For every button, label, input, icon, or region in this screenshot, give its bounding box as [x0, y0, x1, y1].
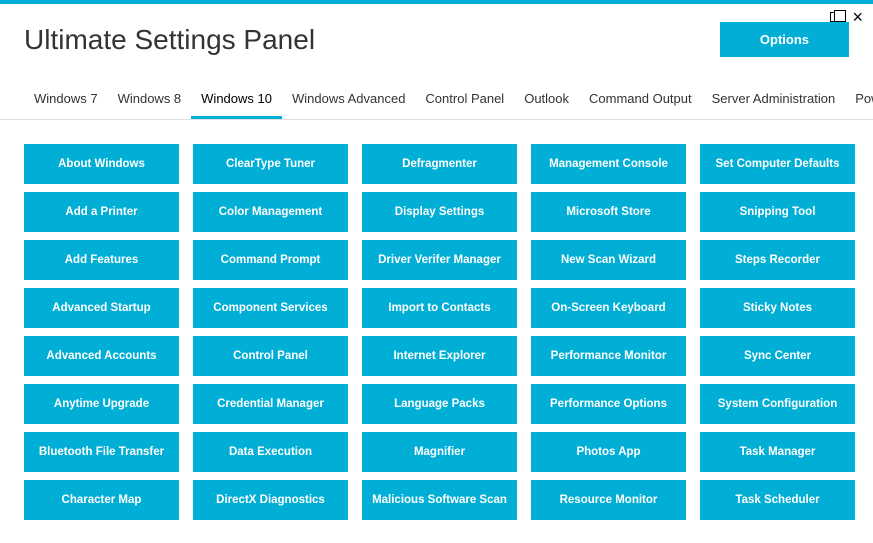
tile-grid: About Windows ClearType Tuner Defragmenter…	[24, 144, 849, 520]
tab-control-panel[interactable]: Control Panel	[415, 83, 514, 119]
close-icon[interactable]: ×	[852, 8, 863, 26]
tile-cleartype-tuner[interactable]: ClearType Tuner	[193, 144, 348, 184]
tile-task-scheduler[interactable]: Task Scheduler	[700, 480, 855, 520]
app-title: Ultimate Settings Panel	[24, 24, 315, 56]
tile-character-map[interactable]: Character Map	[24, 480, 179, 520]
tab-windows-8[interactable]: Windows 8	[108, 83, 192, 119]
tab-command-output[interactable]: Command Output	[579, 83, 702, 119]
content-area: About Windows ClearType Tuner Defragmenter…	[0, 120, 873, 530]
tile-magnifier[interactable]: Magnifier	[362, 432, 517, 472]
tile-sticky-notes[interactable]: Sticky Notes	[700, 288, 855, 328]
tile-add-features[interactable]: Add Features	[24, 240, 179, 280]
tile-bluetooth-file-transfer[interactable]: Bluetooth File Transfer	[24, 432, 179, 472]
tile-data-execution[interactable]: Data Execution	[193, 432, 348, 472]
tile-performance-monitor[interactable]: Performance Monitor	[531, 336, 686, 376]
tile-add-a-printer[interactable]: Add a Printer	[24, 192, 179, 232]
tile-credential-manager[interactable]: Credential Manager	[193, 384, 348, 424]
tile-resource-monitor[interactable]: Resource Monitor	[531, 480, 686, 520]
tile-task-manager[interactable]: Task Manager	[700, 432, 855, 472]
tab-windows-advanced[interactable]: Windows Advanced	[282, 83, 415, 119]
tile-performance-options[interactable]: Performance Options	[531, 384, 686, 424]
tile-display-settings[interactable]: Display Settings	[362, 192, 517, 232]
tile-about-windows[interactable]: About Windows	[24, 144, 179, 184]
tile-import-to-contacts[interactable]: Import to Contacts	[362, 288, 517, 328]
tile-management-console[interactable]: Management Console	[531, 144, 686, 184]
tile-system-configuration[interactable]: System Configuration	[700, 384, 855, 424]
tab-outlook[interactable]: Outlook	[514, 83, 579, 119]
tile-snipping-tool[interactable]: Snipping Tool	[700, 192, 855, 232]
tile-set-computer-defaults[interactable]: Set Computer Defaults	[700, 144, 855, 184]
window-controls: ×	[830, 8, 863, 26]
tile-language-packs[interactable]: Language Packs	[362, 384, 517, 424]
tab-windows-7[interactable]: Windows 7	[24, 83, 108, 119]
tab-server-administration[interactable]: Server Administration	[702, 83, 846, 119]
tile-defragmenter[interactable]: Defragmenter	[362, 144, 517, 184]
tile-command-prompt[interactable]: Command Prompt	[193, 240, 348, 280]
tile-malicious-software-scan[interactable]: Malicious Software Scan	[362, 480, 517, 520]
tile-advanced-startup[interactable]: Advanced Startup	[24, 288, 179, 328]
tabs-row: Windows 7Windows 8Windows 10Windows Adva…	[0, 83, 873, 120]
tab-windows-10[interactable]: Windows 10	[191, 83, 282, 119]
tile-color-management[interactable]: Color Management	[193, 192, 348, 232]
tile-control-panel[interactable]: Control Panel	[193, 336, 348, 376]
tile-sync-center[interactable]: Sync Center	[700, 336, 855, 376]
tile-microsoft-store[interactable]: Microsoft Store	[531, 192, 686, 232]
maximize-icon[interactable]	[830, 10, 840, 24]
tile-driver-verifer-manager[interactable]: Driver Verifer Manager	[362, 240, 517, 280]
tile-steps-recorder[interactable]: Steps Recorder	[700, 240, 855, 280]
tile-new-scan-wizard[interactable]: New Scan Wizard	[531, 240, 686, 280]
options-button[interactable]: Options	[720, 22, 849, 57]
tile-advanced-accounts[interactable]: Advanced Accounts	[24, 336, 179, 376]
tile-component-services[interactable]: Component Services	[193, 288, 348, 328]
header: Ultimate Settings Panel Options	[0, 4, 873, 67]
tab-powershell[interactable]: Powershell	[845, 83, 873, 119]
tile-internet-explorer[interactable]: Internet Explorer	[362, 336, 517, 376]
tile-photos-app[interactable]: Photos App	[531, 432, 686, 472]
tile-anytime-upgrade[interactable]: Anytime Upgrade	[24, 384, 179, 424]
tile-directx-diagnostics[interactable]: DirectX Diagnostics	[193, 480, 348, 520]
tile-on-screen-keyboard[interactable]: On-Screen Keyboard	[531, 288, 686, 328]
